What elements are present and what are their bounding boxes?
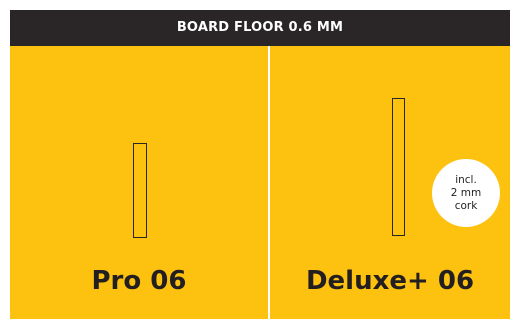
board-profile-deluxe-06 xyxy=(392,98,405,236)
badge-line-2: 2 mm xyxy=(450,186,482,199)
board-profile-pro-06 xyxy=(133,143,147,238)
panel-deluxe-06: incl. 2 mm cork Deluxe+ 06 xyxy=(270,46,510,319)
product-comparison-card: BOARD FLOOR 0.6 MM Pro 06 incl. 2 mm cor… xyxy=(10,10,510,319)
badge-line-1: incl. xyxy=(455,173,477,186)
badge-line-3: cork xyxy=(454,199,478,212)
panel-pro-06: Pro 06 xyxy=(10,46,268,319)
header-title: BOARD FLOOR 0.6 MM xyxy=(10,10,510,46)
product-name-pro-06: Pro 06 xyxy=(91,266,187,296)
cork-badge: incl. 2 mm cork xyxy=(432,159,500,227)
product-name-deluxe-06: Deluxe+ 06 xyxy=(305,266,475,296)
